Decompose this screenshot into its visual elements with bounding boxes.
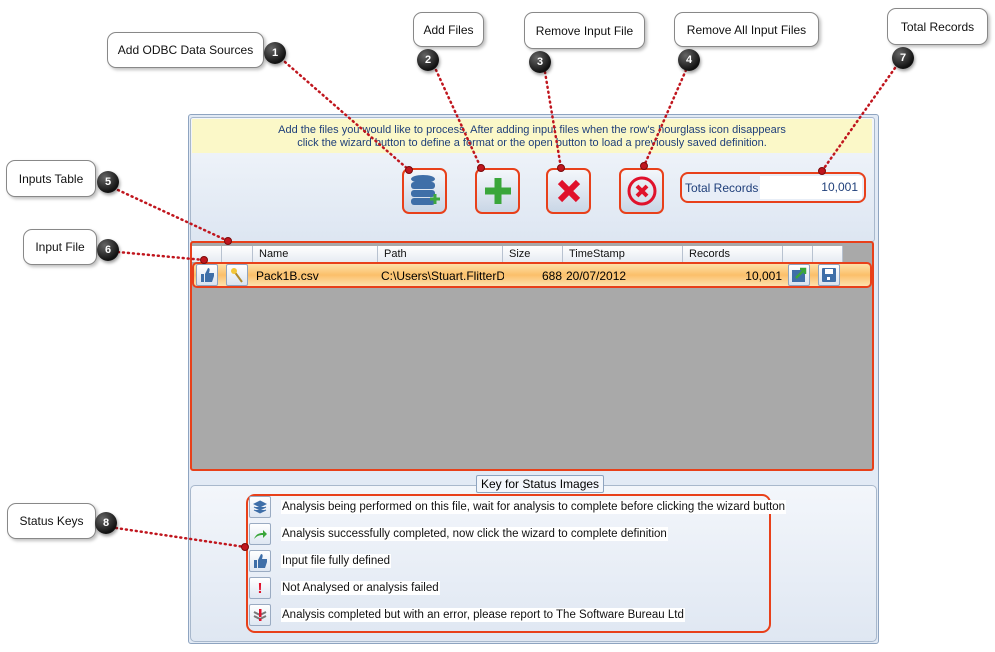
callout-input-file: Input File [23,229,97,265]
remove-input-file-button[interactable] [546,168,591,214]
column-header-size[interactable]: Size [503,246,563,262]
cell-timestamp: 20/07/2012 [566,269,627,283]
status-key-item: Analysis completed but with an error, pl… [249,603,685,627]
column-header-wizard[interactable] [222,246,253,262]
cell-path: C:\Users\Stuart.FlitterD... [381,269,504,283]
column-header-open[interactable] [783,246,813,262]
callout-number-2: 2 [417,49,439,71]
add-odbc-button[interactable] [402,168,447,214]
status-key-item: Analysis successfully completed, now cli… [249,522,668,546]
remove-all-files-button[interactable] [619,168,664,214]
status-key-text: Analysis successfully completed, now cli… [281,527,668,541]
save-icon [822,268,836,282]
column-header-name[interactable]: Name [253,246,378,262]
status-key-text: Analysis being performed on this file, w… [281,500,787,514]
instructions-banner: Add the files you would like to process.… [192,119,872,153]
total-records-value: 10,001 [760,176,862,199]
callout-inputs-table: Inputs Table [6,160,96,197]
status-key-text: Not Analysed or analysis failed [281,581,440,595]
callout-add-files: Add Files [413,12,484,47]
status-key-title: Key for Status Images [476,475,605,493]
status-key-item: ! Not Analysed or analysis failed [249,576,440,600]
open-definition-button[interactable] [788,264,810,286]
callout-total-records: Total Records [887,8,988,45]
status-key-item: Input file fully defined [249,549,392,573]
wand-icon[interactable] [226,264,248,286]
open-icon [792,267,807,282]
callout-status-keys: Status Keys [7,503,96,539]
callout-number-8: 8 [95,512,117,534]
callout-remove-input-file: Remove Input File [524,12,645,49]
column-header-status[interactable] [192,246,222,262]
callout-number-7: 7 [892,47,914,69]
banner-line-2: click the wizard button to define a form… [297,137,767,149]
add-files-button[interactable] [475,168,520,214]
column-header-timestamp[interactable]: TimeStamp [563,246,683,262]
database-add-icon [410,175,440,205]
thumbs-up-icon[interactable] [196,264,218,286]
total-records-label: Total Records [685,181,759,195]
layers-icon [249,496,271,518]
status-key-text: Input file fully defined [281,554,392,568]
callout-number-5: 5 [97,171,119,193]
column-header-save[interactable] [813,246,843,262]
cell-size: 688 [541,269,562,283]
callout-remove-all-files: Remove All Input Files [674,12,819,47]
table-row[interactable]: Pack1B.csv C:\Users\Stuart.FlitterD... 6… [192,262,872,288]
arrow-right-icon [249,523,271,545]
plus-icon [484,178,511,204]
callout-number-1: 1 [264,42,286,64]
status-key-text: Analysis completed but with an error, pl… [281,608,685,622]
column-header-path[interactable]: Path [378,246,503,262]
circle-x-icon [627,176,656,206]
inputs-table[interactable]: Name Path Size TimeStamp Records Pack1B.… [190,241,874,471]
cell-records: 10,001 [745,269,782,283]
banner-line-1: Add the files you would like to process.… [278,124,786,136]
column-header-records[interactable]: Records [683,246,783,262]
error-icon [249,604,271,626]
callout-number-3: 3 [529,51,551,73]
status-key-item: Analysis being performed on this file, w… [249,495,787,519]
callout-number-4: 4 [678,49,700,71]
cell-name: Pack1B.csv [256,269,319,283]
thumbs-up-icon [249,550,271,572]
callout-add-odbc: Add ODBC Data Sources [107,32,264,68]
x-icon [557,179,580,203]
total-records-group: Total Records 10,001 [680,172,866,203]
callout-number-6: 6 [97,239,119,261]
exclamation-icon: ! [249,577,271,599]
save-definition-button[interactable] [818,264,840,286]
